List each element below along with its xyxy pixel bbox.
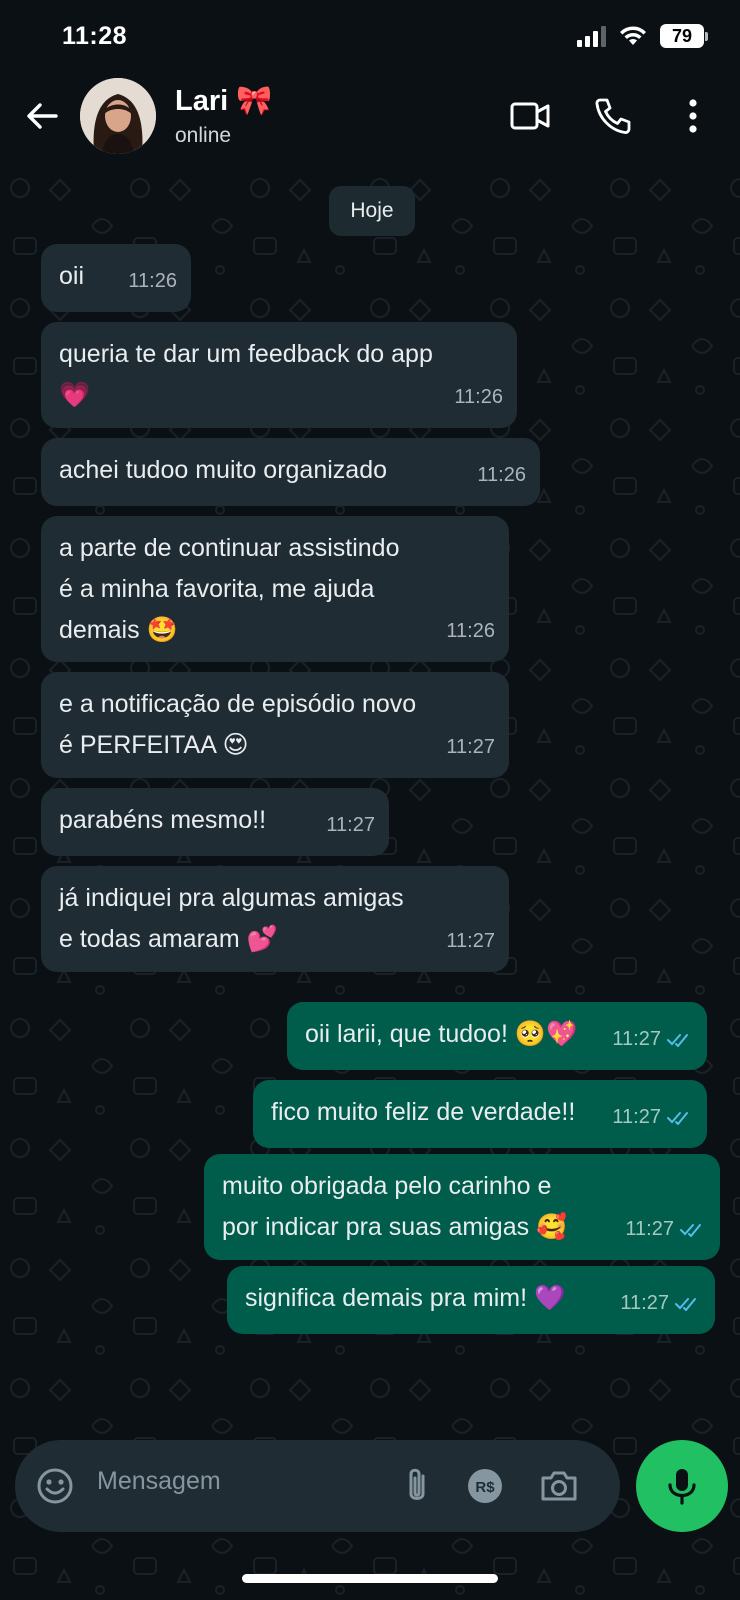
paperclip-icon[interactable]: [395, 1464, 439, 1508]
message-outgoing[interactable]: significa demais pra mim! 💜 11:27: [227, 1266, 715, 1334]
home-indicator[interactable]: [242, 1574, 498, 1583]
message-input[interactable]: Mensagem: [97, 1467, 221, 1496]
message-incoming[interactable]: achei tudoo muito organizado 11:26: [41, 438, 540, 506]
double-check-icon: [675, 1297, 696, 1311]
message-time: 11:26: [446, 620, 495, 642]
message-text: já indiquei pra algumas amigas e todas a…: [59, 884, 404, 953]
signal-icon: [577, 25, 606, 47]
double-check-icon: [680, 1223, 701, 1237]
status-time: 11:28: [62, 22, 128, 50]
phone-icon[interactable]: [591, 94, 635, 138]
message-time: 11:27: [446, 736, 495, 758]
arrow-left-icon[interactable]: [22, 96, 62, 136]
more-vertical-icon[interactable]: [671, 94, 715, 138]
message-text: e a notificação de episódio novo é PERFE…: [59, 690, 417, 759]
message-text: queria te dar um feedback do app 💗: [59, 340, 433, 409]
contact-name[interactable]: Lari 🎀: [175, 84, 272, 118]
message-outgoing[interactable]: muito obrigada pelo carinho e por indica…: [204, 1154, 720, 1260]
contact-status: online: [175, 124, 232, 147]
message-time: 11:26: [477, 464, 526, 486]
emoji-icon[interactable]: [33, 1464, 77, 1508]
message-text: a parte de continuar assistindo é a minh…: [59, 534, 400, 644]
message-incoming[interactable]: parabéns mesmo!! 11:27: [41, 788, 389, 856]
svg-text:R$: R$: [475, 1479, 495, 1496]
message-time: 11:27: [612, 1106, 661, 1128]
message-incoming[interactable]: queria te dar um feedback do app 💗 11:26: [41, 322, 517, 428]
message-incoming[interactable]: e a notificação de episódio novo é PERFE…: [41, 672, 509, 778]
camera-icon[interactable]: [537, 1464, 581, 1508]
message-time: 11:27: [326, 814, 375, 836]
double-check-icon: [667, 1111, 688, 1125]
message-outgoing[interactable]: oii larii, que tudoo! 🥺💖 11:27: [287, 1002, 707, 1070]
video-call-icon[interactable]: [508, 94, 552, 138]
battery-icon: 79: [660, 24, 708, 48]
message-time: 11:27: [446, 930, 495, 952]
chat-area[interactable]: Hoje oii 11:26 queria te dar um feedback…: [0, 166, 740, 1600]
avatar[interactable]: [80, 78, 156, 154]
message-time: 11:27: [612, 1028, 661, 1050]
wifi-icon: [620, 26, 646, 45]
microphone-icon: [668, 1469, 696, 1505]
message-incoming[interactable]: a parte de continuar assistindo é a minh…: [41, 516, 509, 662]
message-time: 11:26: [128, 270, 177, 292]
chat-header: Lari 🎀 online: [0, 72, 740, 166]
message-time: 11:27: [625, 1218, 674, 1240]
date-divider: Hoje: [329, 186, 415, 236]
message-time: 11:27: [620, 1292, 669, 1314]
status-icons: 79: [577, 24, 708, 48]
message-outgoing[interactable]: fico muito feliz de verdade!! 11:27: [253, 1080, 707, 1148]
message-incoming[interactable]: já indiquei pra algumas amigas e todas a…: [41, 866, 509, 972]
message-incoming[interactable]: oii 11:26: [41, 244, 191, 312]
status-bar: 11:28 79: [0, 0, 740, 72]
payment-brl-icon[interactable]: R$: [463, 1464, 507, 1508]
message-time: 11:26: [454, 386, 503, 408]
double-check-icon: [667, 1033, 688, 1047]
microphone-button[interactable]: [636, 1440, 728, 1532]
message-input-bar: Mensagem R$: [15, 1440, 620, 1532]
battery-level: 79: [660, 24, 704, 48]
message-text: parabéns mesmo!!: [59, 806, 267, 834]
message-text: achei tudoo muito organizado: [59, 456, 388, 484]
